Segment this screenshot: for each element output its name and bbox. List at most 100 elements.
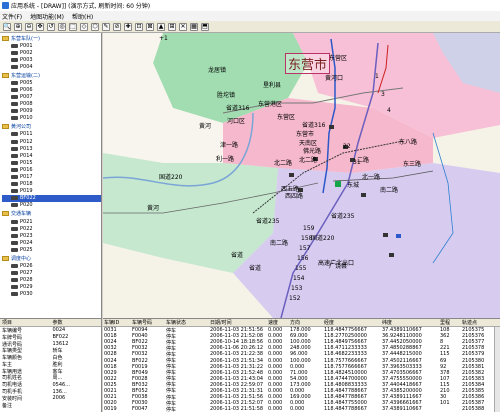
table-column-header[interactable]: 里程 [439,319,461,326]
table-cell: F0047 [132,406,148,412]
table-column-header[interactable]: 轨迹点 [461,319,500,326]
table-cell: F0040 [132,333,148,340]
tree-item[interactable]: P001 [2,42,101,49]
close-icon[interactable]: ✕ [179,22,187,31]
pan-icon[interactable]: ✥ [36,22,44,31]
route-number-label: 154 [293,275,305,282]
tree-group[interactable]: 调度中心 P026 P027 P028 P029 P030 [0,254,101,297]
tree-item[interactable]: P028 [2,277,101,284]
polygon-icon[interactable]: ⬡ [91,22,99,31]
tree-item[interactable]: P007 [2,94,101,101]
table-column-header[interactable]: 车辆号码 [131,319,165,326]
property-cell: 13612 [52,340,69,347]
tree-item[interactable]: P027 [2,270,101,277]
tree-item[interactable]: P010 [2,115,101,122]
tree-item[interactable]: P023 [2,232,101,239]
tree-item[interactable]: P003 [2,56,101,63]
vehicle-marker [329,125,334,129]
box-icon[interactable]: ⊠ [146,22,154,31]
tree-item[interactable]: P026 [2,262,101,269]
add-icon[interactable]: ✚ [124,22,132,31]
tree-group[interactable]: 交通车辆 P021 P022 P023 P024 P025 [0,210,101,253]
frame-icon[interactable]: ⊡ [135,22,143,31]
map-view[interactable]: 东营市 东营区 龙居镇 黄河口 东营港区 胜坨镇 垦利县 东营区 省道316 省道316 东营市河… [103,33,500,318]
table-cell: 169.000 [290,394,311,401]
tree-item[interactable]: P014 [2,152,101,159]
tree-item[interactable]: P025 [2,246,101,253]
map-label: 东营市 [296,131,315,138]
tree-group-header[interactable]: 东营车队(一) [2,34,101,42]
tree-group-header[interactable]: 交通车辆 [2,210,101,218]
table-row[interactable]: 0019 F0047 停车 2006-11-03 21:51:58 0.000 0.000… [103,406,500,412]
tree-item[interactable]: BF022 [2,194,101,202]
vehicle-table[interactable]: 车辆ID 车辆号码 车辆状态 日期/时间 速度 方向 经度 纬度 里程 轨迹点 0031 F0094… [103,318,500,412]
tree-item[interactable]: P004 [2,63,101,70]
zoom-out-icon[interactable]: ⊖ [25,22,33,31]
vehicle-tree[interactable]: 东营车队(一) P001 P002 P003 P004 东营运输(二) P005 P006 P0… [0,33,102,318]
vehicle-icon [11,88,18,93]
table-cell: 37.4452050000 [382,339,422,346]
table-column-header[interactable]: 速度 [267,319,289,326]
select-icon[interactable]: ⬚ [69,22,77,31]
tree-group-header[interactable]: 东营运输(二) [2,71,101,79]
tree-item[interactable]: P006 [2,86,101,93]
menu-item[interactable]: 地图功能(M) [30,12,64,21]
table-column-header[interactable]: 纬度 [381,319,439,326]
table-cell: 118.4847788667 [324,394,367,401]
stop-icon[interactable]: ⊘ [113,22,121,31]
table-column-header[interactable]: 方向 [289,319,323,326]
table-column-header[interactable]: 经度 [323,319,381,326]
tree-group-header[interactable]: 黄河公司 [2,123,101,131]
tree-group[interactable]: 黄河公司 P011 P012 P013 P014 P015 P016 P017 P018 P019… [0,123,101,209]
tree-item[interactable]: P029 [2,284,101,291]
table-cell: 0021 [104,394,117,401]
edit-icon[interactable]: ✎ [102,22,110,31]
tree-group-header[interactable]: 调度中心 [2,254,101,262]
route-number-label: 152 [289,295,301,302]
vehicle-icon [11,132,18,137]
tree-item[interactable]: P008 [2,101,101,108]
tree-item-label: P015 [20,159,33,166]
zoom-icon[interactable]: 🔍 [3,22,11,31]
grid-icon[interactable]: ⊞ [168,22,176,31]
tree-item[interactable]: P015 [2,159,101,166]
tree-item[interactable]: P022 [2,225,101,232]
tree-item[interactable]: P018 [2,181,101,188]
tree-item[interactable]: P016 [2,166,101,173]
map-label: 省道 [231,252,244,259]
table-cell: 118.4849756667 [324,339,367,346]
tree-item[interactable]: P002 [2,49,101,56]
vehicle-marker [383,233,388,237]
tree-item[interactable]: P009 [2,108,101,115]
tree-item[interactable]: P013 [2,145,101,152]
table-cell: 210 [440,387,450,394]
tree-item[interactable]: P011 [2,131,101,138]
tree-item[interactable]: P024 [2,239,101,246]
table-scrollbar[interactable] [494,327,500,412]
tree-item[interactable]: P019 [2,188,101,195]
table-column-header[interactable]: 车辆状态 [165,319,209,326]
menu-item[interactable]: 帮助(H) [72,12,93,21]
tree-item[interactable]: P020 [2,202,101,209]
tree-item[interactable]: P017 [2,174,101,181]
tree-item[interactable]: P021 [2,218,101,225]
tree-group[interactable]: 东营运输(二) P005 P006 P007 P008 P009 P010 [0,71,101,122]
tree-item[interactable]: P012 [2,138,101,145]
table-cell: 118.4682233333 [324,351,367,358]
table-icon[interactable]: ▦ [190,22,198,31]
tree-group[interactable]: 东营车队(一) P001 P002 P003 P004 [0,34,101,70]
tree-item[interactable]: P005 [2,79,101,86]
tree-item[interactable]: P030 [2,291,101,298]
vehicle-icon [11,50,18,55]
locate-icon[interactable]: ◎ [58,22,66,31]
triangle-icon[interactable]: ▲ [157,22,165,31]
table-column-header[interactable]: 日期/时间 [209,319,267,326]
table-cell: 118.4744700000 [324,375,367,382]
table-cell: 0.000 [290,363,305,370]
table-column-header[interactable]: 车辆ID [103,319,131,326]
refresh-icon[interactable]: ↺ [47,22,55,31]
menu-item[interactable]: 文件(F) [2,12,22,21]
diamond-icon[interactable]: ◇ [80,22,88,31]
layer-icon[interactable]: ⬒ [201,22,209,31]
zoom-in-icon[interactable]: ⊕ [14,22,22,31]
